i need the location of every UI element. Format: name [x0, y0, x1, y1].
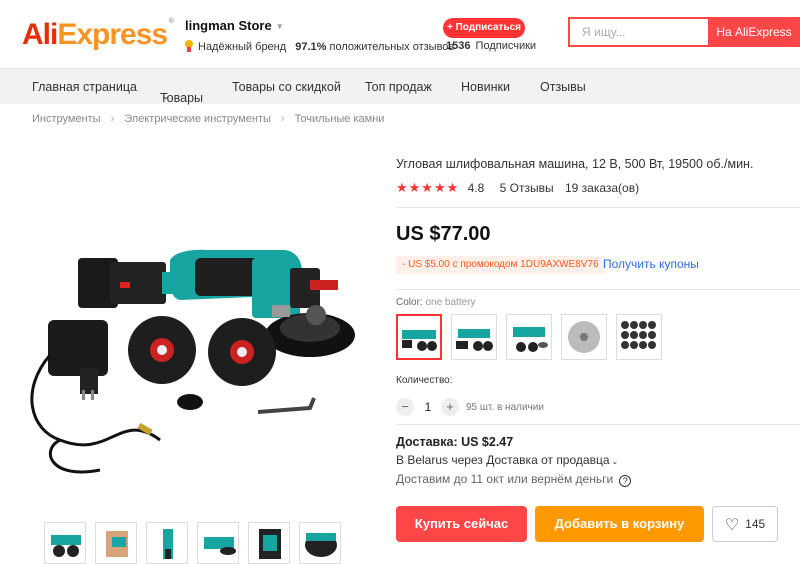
divider	[396, 289, 800, 290]
star-rating-icon: ★★★★★	[396, 180, 460, 195]
nav-top-sales[interactable]: Топ продаж	[365, 80, 432, 94]
breadcrumb-item[interactable]: Точильные камни	[295, 113, 385, 125]
stock-count: 95 шт. в наличии	[466, 402, 544, 413]
thumbnail[interactable]	[197, 522, 239, 564]
color-option-5[interactable]	[616, 314, 662, 360]
breadcrumb-item[interactable]: Электрические инструменты	[124, 113, 271, 125]
nav-discounted[interactable]: Товары со скидкой	[232, 80, 341, 94]
shipping-eta: Доставим до 11 окт или вернём деньги?	[396, 472, 632, 487]
color-option-2[interactable]	[451, 314, 497, 360]
subscribe-button[interactable]: + Подписаться	[443, 18, 525, 38]
quantity-increase-button[interactable]: +	[441, 398, 459, 416]
thumbnail[interactable]	[299, 522, 341, 564]
chevron-right-icon: ›	[110, 113, 115, 125]
thumbnail[interactable]	[248, 522, 290, 564]
quantity-decrease-button[interactable]: −	[396, 398, 414, 416]
nav-home[interactable]: Главная страница	[32, 80, 137, 94]
color-option-4[interactable]	[561, 314, 607, 360]
store-nav: Главная страница Товары ⌄ Товары со скидк…	[0, 68, 800, 105]
color-label: Color: one battery	[396, 297, 476, 308]
thumbnail[interactable]	[95, 522, 137, 564]
get-coupons-link[interactable]: Получить купоны	[603, 257, 699, 271]
search-bar: На AliExpress	[568, 17, 800, 47]
color-option-one-battery[interactable]	[396, 314, 442, 360]
nav-new[interactable]: Новинки	[461, 80, 510, 94]
breadcrumb-item[interactable]: Инструменты	[32, 113, 101, 125]
quantity-label: Количество:	[396, 375, 453, 386]
rating-row: ★★★★★ 4.8 5 Отзывы 19 заказа(ов)	[396, 180, 639, 196]
product-main-image[interactable]	[20, 140, 380, 515]
product-title: Угловая шлифовальная машина, 12 В, 500 В…	[396, 157, 754, 171]
divider	[396, 424, 800, 425]
chevron-right-icon: ›	[280, 113, 285, 125]
chevron-down-icon: ⌄	[162, 91, 170, 101]
aliexpress-logo[interactable]: AliExpress ®	[22, 18, 174, 52]
chevron-down-icon: ⌄	[611, 457, 619, 466]
thumbnail[interactable]	[44, 522, 86, 564]
search-button[interactable]: На AliExpress	[708, 17, 800, 47]
caret-down-icon: ▼	[275, 22, 284, 32]
quantity-value[interactable]: 1	[422, 400, 434, 414]
wishlist-button[interactable]: ♡ 145	[712, 506, 778, 542]
buy-now-button[interactable]: Купить сейчас	[396, 506, 527, 542]
thumbnail[interactable]	[146, 522, 188, 564]
divider	[396, 207, 800, 208]
price: US $77.00	[396, 223, 491, 245]
heart-icon: ♡	[724, 517, 740, 534]
help-icon[interactable]: ?	[619, 475, 632, 487]
nav-reviews[interactable]: Отзывы	[540, 80, 586, 94]
reviews-link[interactable]: 5 Отзывы	[500, 181, 554, 195]
header: AliExpress ® lingman Store ▼ Надёжный бре…	[0, 0, 800, 68]
add-to-cart-button[interactable]: Добавить в корзину	[535, 506, 704, 542]
shipping-route[interactable]: В Belarus через Доставка от продавца ⌄	[396, 453, 618, 467]
rating-value: 4.8	[467, 181, 485, 195]
subscribers-count: 1536 Подписчики	[446, 40, 537, 52]
shipping-cost: Доставка: US $2.47	[396, 435, 514, 449]
thumbnail-strip	[44, 522, 384, 564]
medal-icon	[184, 40, 194, 52]
store-name[interactable]: lingman Store ▼	[185, 18, 284, 33]
store-rating: Надёжный бренд 97.1% положительных отзыв…	[184, 40, 454, 53]
breadcrumb: Инструменты › Электрические инструменты › То…	[32, 113, 384, 125]
color-option-3[interactable]	[506, 314, 552, 360]
coupon-badge: - US $5.00 с промокодом 1DU9AXWE8V76	[396, 256, 605, 274]
search-input[interactable]	[570, 19, 708, 45]
orders-count: 19 заказа(ов)	[564, 181, 640, 195]
